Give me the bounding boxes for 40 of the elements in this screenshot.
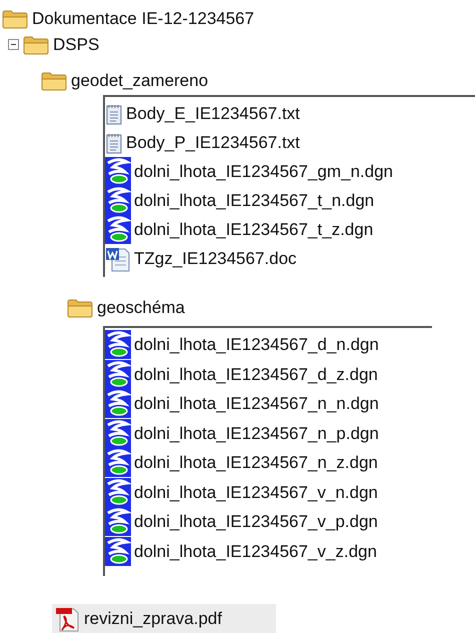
drawing-file-icon <box>105 330 131 360</box>
notepad-icon <box>105 132 123 154</box>
drawing-file-icon <box>105 507 131 536</box>
file-name[interactable]: dolni_lhota_IE1234567_gm_n.dgn <box>134 157 394 186</box>
file-name[interactable]: dolni_lhota_IE1234567_v_z.dgn <box>134 536 377 566</box>
folder-name[interactable]: Dokumentace IE-12-1234567 <box>32 4 254 33</box>
drawing-file-icon <box>105 536 131 566</box>
file-name[interactable]: dolni_lhota_IE1234567_d_z.dgn <box>134 360 378 389</box>
folder-icon <box>67 298 93 318</box>
file-row[interactable]: revizni_zprava.pdf <box>52 604 276 633</box>
drawing-file-icon <box>105 389 131 418</box>
file-name[interactable]: dolni_lhota_IE1234567_v_p.dgn <box>134 507 378 536</box>
file-name[interactable]: dolni_lhota_IE1234567_v_n.dgn <box>134 478 378 507</box>
file-name[interactable]: dolni_lhota_IE1234567_t_z.dgn <box>134 215 374 244</box>
drawing-file-icon <box>105 360 131 389</box>
drawing-file-icon <box>105 215 131 244</box>
file-name[interactable]: Body_P_IE1234567.txt <box>126 128 300 157</box>
drawing-file-icon <box>105 448 131 478</box>
file-name[interactable]: dolni_lhota_IE1234567_d_n.dgn <box>134 330 379 360</box>
folder-icon <box>23 34 49 54</box>
drawing-file-icon <box>105 478 131 507</box>
file-name[interactable]: Body_E_IE1234567.txt <box>126 99 300 128</box>
drawing-file-icon <box>105 186 131 215</box>
file-name[interactable]: dolni_lhota_IE1234567_n_p.dgn <box>134 418 379 448</box>
word-document-icon <box>105 246 131 272</box>
pdf-icon <box>54 606 80 632</box>
folder-name[interactable]: geoschéma <box>97 293 185 322</box>
file-name[interactable]: dolni_lhota_IE1234567_t_n.dgn <box>134 186 374 215</box>
folder-name[interactable]: geodet_zamereno <box>71 66 208 95</box>
notepad-icon <box>105 102 123 124</box>
collapse-icon[interactable] <box>8 39 19 50</box>
drawing-file-icon <box>105 157 131 186</box>
file-name[interactable]: dolni_lhota_IE1234567_n_z.dgn <box>134 448 378 478</box>
folder-icon <box>2 8 28 28</box>
file-name[interactable]: revizni_zprava.pdf <box>84 604 222 633</box>
file-name[interactable]: dolni_lhota_IE1234567_n_n.dgn <box>134 389 379 418</box>
file-name[interactable]: TZgz_IE1234567.doc <box>134 244 297 273</box>
folder-name[interactable]: DSPS <box>53 30 100 59</box>
drawing-file-icon <box>105 418 131 448</box>
folder-icon <box>41 70 67 90</box>
